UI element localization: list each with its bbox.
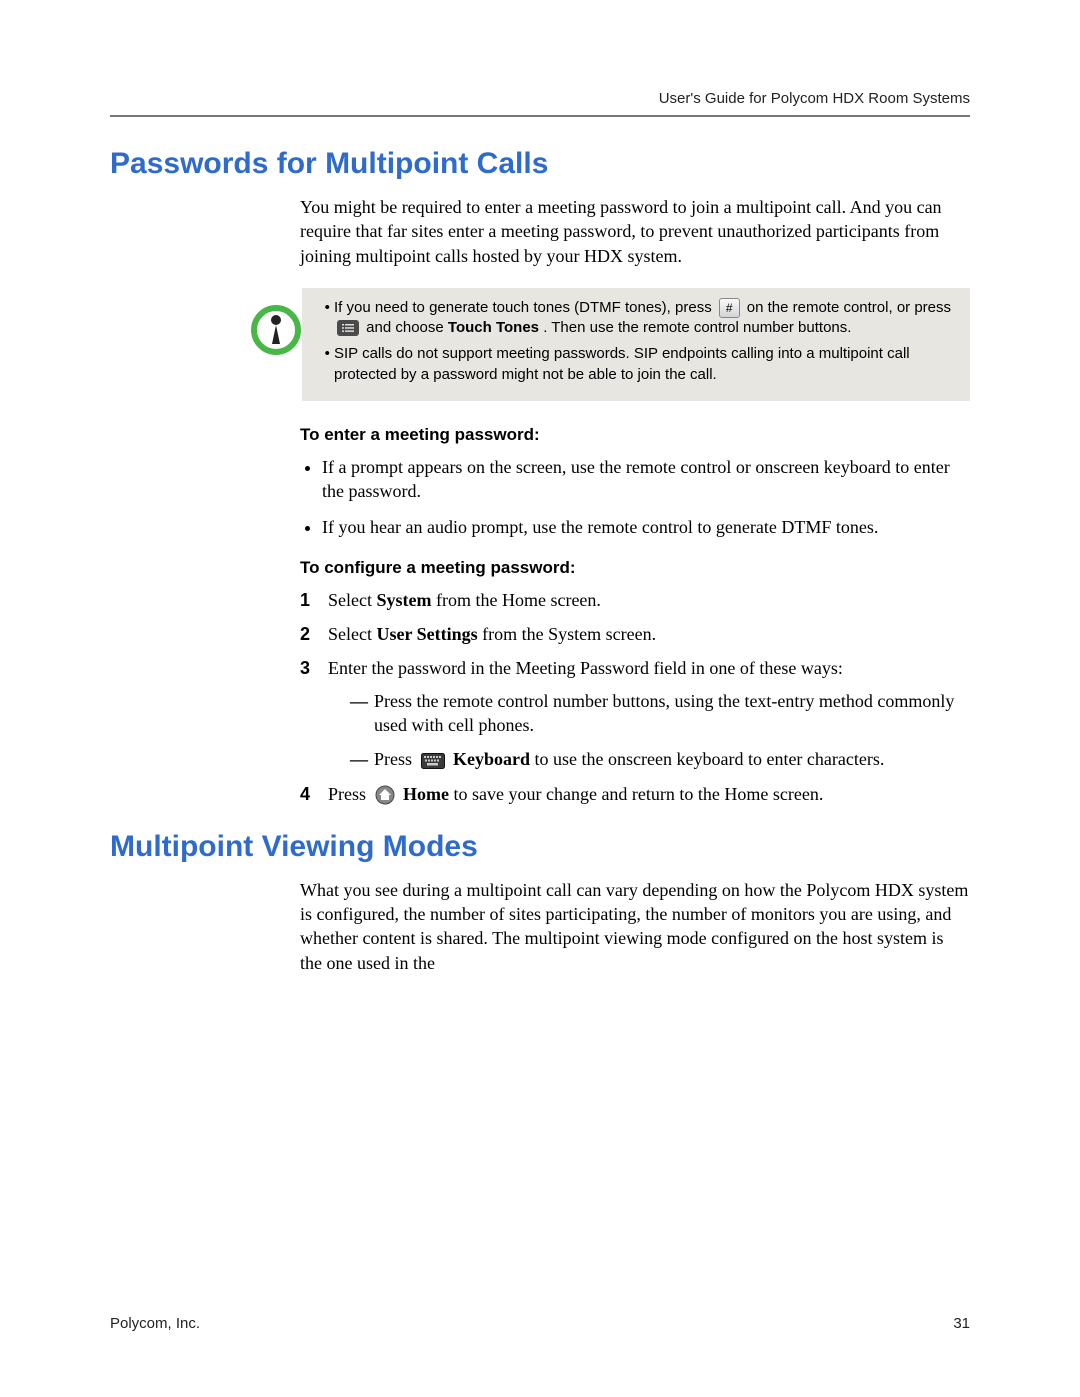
- step-text: Select: [328, 590, 376, 610]
- step-text: Enter the password in the Meeting Passwo…: [328, 658, 843, 678]
- step-bold: User Settings: [376, 624, 477, 644]
- heading-passwords: Passwords for Multipoint Calls: [110, 147, 970, 181]
- intro-paragraph: You might be required to enter a meeting…: [300, 195, 970, 268]
- heading-multipoint-viewing: Multipoint Viewing Modes: [110, 830, 970, 864]
- header-rule: [110, 115, 970, 117]
- configure-steps: Select System from the Home screen. Sele…: [300, 588, 970, 806]
- step-2: Select User Settings from the System scr…: [300, 622, 970, 646]
- step-text: Press: [328, 784, 371, 804]
- note-text: and choose: [366, 319, 448, 336]
- subhead-configure: To configure a meeting password:: [300, 558, 970, 578]
- step-text: to save your change and return to the Ho…: [454, 784, 824, 804]
- step-bold: System: [376, 590, 431, 610]
- step-1: Select System from the Home screen.: [300, 588, 970, 612]
- home-icon: [375, 785, 395, 805]
- keyboard-icon: [421, 753, 445, 769]
- footer-page-number: 31: [953, 1315, 970, 1332]
- intro-paragraph-2: What you see during a multipoint call ca…: [300, 878, 970, 975]
- dash-text: to use the onscreen keyboard to enter ch…: [535, 749, 885, 769]
- note-callout: If you need to generate touch tones (DTM…: [110, 288, 970, 401]
- step-text: Select: [328, 624, 376, 644]
- dash-item: Press Key: [350, 747, 970, 771]
- running-header: User's Guide for Polycom HDX Room System…: [110, 90, 970, 107]
- note-text: If you need to generate touch tones (DTM…: [334, 299, 716, 316]
- step-text: from the System screen.: [478, 624, 656, 644]
- step-3: Enter the password in the Meeting Passwo…: [300, 656, 970, 771]
- enter-bullets: If a prompt appears on the screen, use t…: [300, 455, 970, 540]
- dash-item: Press the remote control number buttons,…: [350, 689, 970, 738]
- footer-company: Polycom, Inc.: [110, 1315, 200, 1332]
- note-bold: Touch Tones: [448, 319, 539, 336]
- note-icon: [250, 304, 302, 361]
- note-text: . Then use the remote control number but…: [543, 319, 851, 336]
- menu-list-icon: [337, 320, 359, 336]
- note-item-2: SIP calls do not support meeting passwor…: [334, 344, 956, 385]
- hash-button-icon: #: [719, 298, 740, 318]
- step-4: Press Home to save your change and retur…: [300, 782, 970, 806]
- note-text: on the remote control, or press: [747, 299, 951, 316]
- list-item: If a prompt appears on the screen, use t…: [322, 455, 970, 504]
- list-item: If you hear an audio prompt, use the rem…: [322, 515, 970, 539]
- note-item-1: If you need to generate touch tones (DTM…: [334, 298, 956, 339]
- note-box: If you need to generate touch tones (DTM…: [302, 288, 970, 401]
- subhead-enter: To enter a meeting password:: [300, 425, 970, 445]
- dash-text: Press: [374, 749, 417, 769]
- step-text: from the Home screen.: [431, 590, 600, 610]
- page: User's Guide for Polycom HDX Room System…: [0, 0, 1080, 1397]
- dash-bold: Keyboard: [453, 749, 530, 769]
- step-bold: Home: [403, 784, 449, 804]
- page-footer: Polycom, Inc. 31: [110, 1315, 970, 1332]
